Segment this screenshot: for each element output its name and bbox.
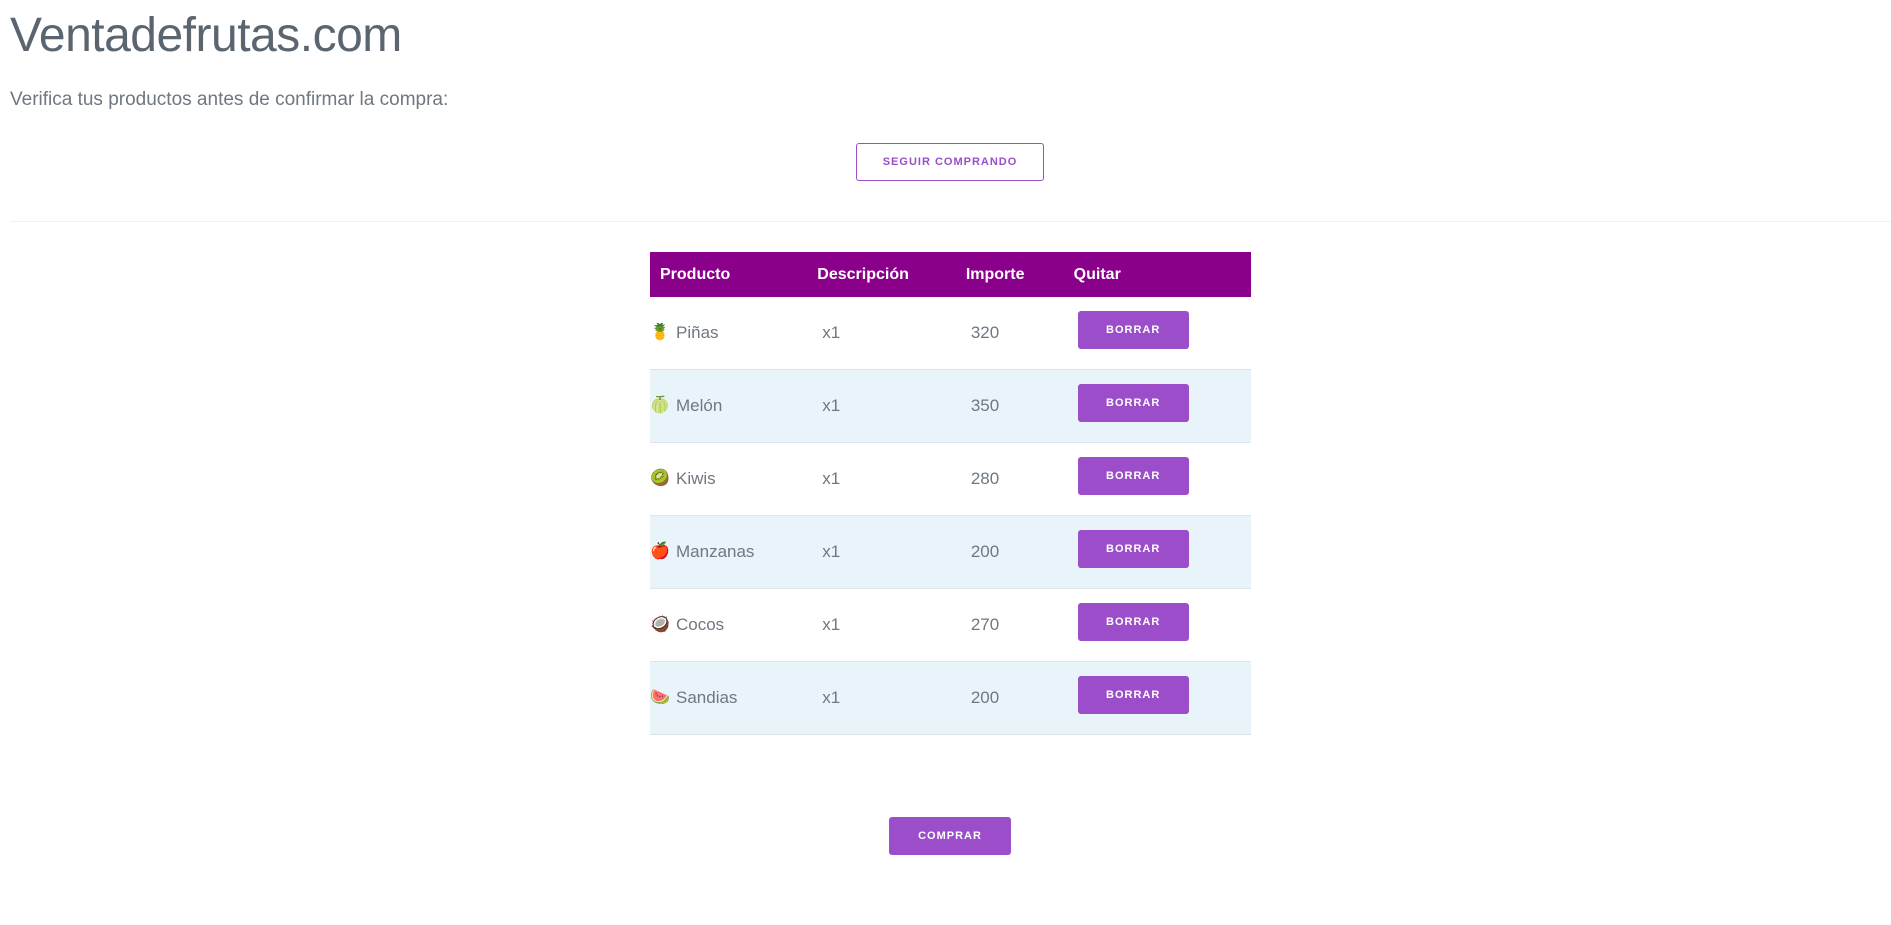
product-cell: 🍎 Manzanas [650,515,818,589]
product-cell: 🍍 Piñas [650,297,818,370]
description-cell: x1 [817,588,966,662]
delete-button[interactable]: BORRAR [1077,675,1189,714]
description-cell: x1 [817,442,966,516]
page-subtitle: Verifica tus productos antes de confirma… [10,89,449,110]
table-header-row: Producto Descripción Importe Quitar [650,252,1251,297]
product-name: Manzanas [676,542,755,561]
delete-button[interactable]: BORRAR [1077,456,1189,495]
product-cell: 🥝 Kiwis [650,442,818,516]
product-cell: 🍉 Sandias [650,661,818,735]
amount-text: 200 [970,688,1000,707]
remove-cell: BORRAR [1073,515,1251,589]
continue-shopping-button[interactable]: SEGUIR COMPRANDO [856,143,1044,181]
quantity-text: x1 [822,469,841,488]
quantity-text: x1 [822,396,841,415]
watermelon-icon: 🍉 [650,689,670,706]
delete-button[interactable]: BORRAR [1077,602,1189,641]
quantity-text: x1 [822,688,841,707]
delete-button[interactable]: BORRAR [1077,383,1189,422]
product-cell: 🥥 Cocos [650,588,818,662]
product-cell-content: 🥥 Cocos [650,615,817,635]
amount-text: 270 [970,615,1000,634]
column-header-product: Producto [650,252,818,297]
apple-icon: 🍎 [650,543,670,560]
remove-cell: BORRAR [1073,442,1251,516]
amount-cell: 320 [965,297,1074,370]
amount-cell: 280 [965,442,1074,516]
amount-text: 320 [970,323,1000,342]
column-header-remove: Quitar [1073,252,1251,297]
amount-cell: 270 [965,588,1074,662]
amount-cell: 200 [965,515,1074,589]
pineapple-icon: 🍍 [650,324,670,341]
table-row: 🥥 Cocos x1 270 BORRAR [650,588,1251,662]
product-cell-content: 🍈 Melón [650,396,817,416]
amount-text: 350 [970,396,1000,415]
product-cell-content: 🥝 Kiwis [650,469,817,489]
column-header-description: Descripción [817,252,966,297]
amount-cell: 350 [965,369,1074,443]
buy-button[interactable]: COMPRAR [889,817,1011,855]
amount-text: 280 [970,469,1000,488]
product-name: Sandias [676,688,738,707]
description-cell: x1 [817,297,966,370]
product-cell-content: 🍍 Piñas [650,323,817,343]
cart-table: Producto Descripción Importe Quitar 🍍 Piñ… [650,252,1251,735]
site-title: Ventadefrutas.com [10,9,402,62]
product-name: Melón [676,396,723,415]
cart-body: 🍍 Piñas x1 320 BORRAR 🍈 Melón x1 350 BORRAR 🥝 Kiwis… [650,297,1251,735]
delete-button[interactable]: BORRAR [1077,310,1189,349]
product-name: Piñas [676,323,719,342]
table-row: 🥝 Kiwis x1 280 BORRAR [650,442,1251,516]
product-cell-content: 🍉 Sandias [650,688,817,708]
column-header-amount: Importe [965,252,1074,297]
product-name: Cocos [676,615,725,634]
delete-button[interactable]: BORRAR [1077,529,1189,568]
product-name: Kiwis [676,469,716,488]
remove-cell: BORRAR [1073,297,1251,370]
page: Ventadefrutas.com Verifica tus productos… [0,0,1891,925]
quantity-text: x1 [822,323,841,342]
remove-cell: BORRAR [1073,588,1251,662]
table-row: 🍍 Piñas x1 320 BORRAR [650,297,1251,370]
description-cell: x1 [817,661,966,735]
product-cell-content: 🍎 Manzanas [650,542,817,562]
coconut-icon: 🥥 [650,616,670,633]
table-row: 🍉 Sandias x1 200 BORRAR [650,661,1251,735]
amount-text: 200 [970,542,1000,561]
description-cell: x1 [817,369,966,443]
quantity-text: x1 [822,542,841,561]
table-row: 🍎 Manzanas x1 200 BORRAR [650,515,1251,589]
description-cell: x1 [817,515,966,589]
quantity-text: x1 [822,615,841,634]
amount-cell: 200 [965,661,1074,735]
remove-cell: BORRAR [1073,661,1251,735]
table-row: 🍈 Melón x1 350 BORRAR [650,369,1251,443]
divider [10,221,1891,222]
kiwi-icon: 🥝 [650,470,670,487]
remove-cell: BORRAR [1073,369,1251,443]
melon-icon: 🍈 [650,397,670,414]
product-cell: 🍈 Melón [650,369,818,443]
